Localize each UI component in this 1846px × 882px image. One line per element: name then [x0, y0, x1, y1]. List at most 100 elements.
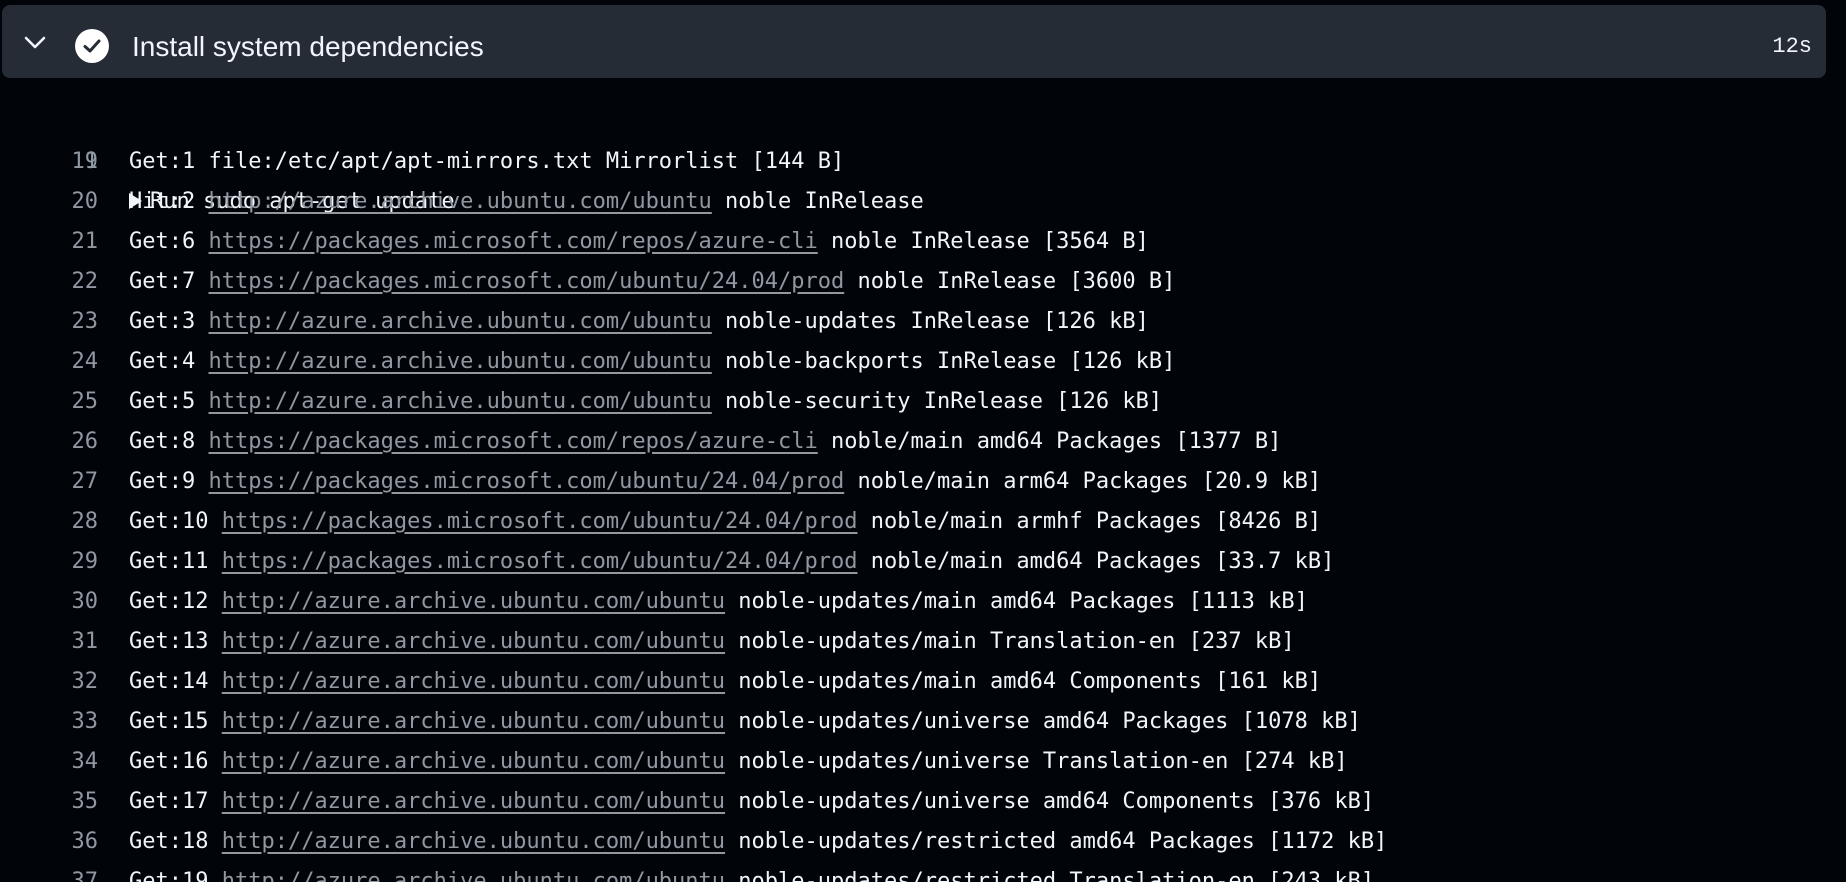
- line-number[interactable]: 26: [0, 422, 99, 462]
- log-line: 32 Get:14 http://azure.archive.ubuntu.com…: [0, 662, 1846, 702]
- line-number[interactable]: 34: [0, 742, 99, 782]
- log-output: 1 Run sudo apt-get update 19 Get:1 file:/…: [0, 102, 1846, 882]
- line-number[interactable]: 28: [0, 502, 99, 542]
- log-text: Get:1 file:/etc/apt/apt-mirrors.txt Mirr…: [129, 149, 845, 174]
- log-line: 28 Get:10 https://packages.microsoft.com/…: [0, 502, 1846, 542]
- log-url-link[interactable]: http://azure.archive.ubuntu.com/ubuntu: [222, 589, 725, 614]
- log-line: 31 Get:13 http://azure.archive.ubuntu.com…: [0, 622, 1846, 662]
- log-text: Get:12: [129, 589, 222, 614]
- log-text: noble/main arm64 Packages [20.9 kB]: [844, 469, 1322, 494]
- log-url-link[interactable]: http://azure.archive.ubuntu.com/ubuntu: [222, 869, 725, 882]
- log-line: 34 Get:16 http://azure.archive.ubuntu.com…: [0, 742, 1846, 782]
- log-url-link[interactable]: http://azure.archive.ubuntu.com/ubuntu: [222, 749, 725, 774]
- log-text: noble-updates/universe Translation-en [2…: [725, 749, 1348, 774]
- log-text: Hit:2: [129, 189, 209, 214]
- line-number[interactable]: 33: [0, 702, 99, 742]
- log-url-link[interactable]: https://packages.microsoft.com/ubuntu/24…: [222, 509, 858, 534]
- log-url-link[interactable]: https://packages.microsoft.com/ubuntu/24…: [208, 469, 844, 494]
- check-circle-icon: [75, 29, 109, 63]
- log-line-text: Get:1 file:/etc/apt/apt-mirrors.txt Mirr…: [129, 142, 844, 182]
- log-url-link[interactable]: https://packages.microsoft.com/repos/azu…: [208, 429, 817, 454]
- log-text: noble-updates/main amd64 Components [161…: [725, 669, 1322, 694]
- log-text: Get:5: [129, 389, 209, 414]
- log-line: 25 Get:5 http://azure.archive.ubuntu.com/…: [0, 382, 1846, 422]
- log-url-link[interactable]: https://packages.microsoft.com/repos/azu…: [208, 229, 817, 254]
- log-line: 20 Hit:2 http://azure.archive.ubuntu.com/…: [0, 182, 1846, 222]
- log-url-link[interactable]: http://azure.archive.ubuntu.com/ubuntu: [222, 829, 725, 854]
- line-number[interactable]: 27: [0, 462, 99, 502]
- log-url-link[interactable]: http://azure.archive.ubuntu.com/ubuntu: [222, 629, 725, 654]
- log-group-line: 1 Run sudo apt-get update: [0, 102, 1846, 214]
- log-line-text: Get:12 http://azure.archive.ubuntu.com/u…: [129, 582, 1308, 622]
- log-text: Get:6: [129, 229, 209, 254]
- log-text: Get:14: [129, 669, 222, 694]
- line-number[interactable]: 24: [0, 342, 99, 382]
- line-number[interactable]: 36: [0, 822, 99, 862]
- line-number[interactable]: 29: [0, 542, 99, 582]
- log-text: noble-updates/main amd64 Packages [1113 …: [725, 589, 1308, 614]
- log-line-text: Get:6 https://packages.microsoft.com/rep…: [129, 222, 1149, 262]
- log-line-text: Get:13 http://azure.archive.ubuntu.com/u…: [129, 622, 1295, 662]
- log-text: Get:17: [129, 789, 222, 814]
- log-line: 37 Get:19 http://azure.archive.ubuntu.com…: [0, 862, 1846, 882]
- line-number[interactable]: 19: [0, 142, 99, 182]
- log-line: 35 Get:17 http://azure.archive.ubuntu.com…: [0, 782, 1846, 822]
- line-number[interactable]: 20: [0, 182, 99, 222]
- chevron-down-icon[interactable]: [23, 36, 47, 50]
- line-number[interactable]: 23: [0, 302, 99, 342]
- step-header[interactable]: Install system dependencies 12s: [2, 5, 1826, 78]
- line-number[interactable]: 21: [0, 222, 99, 262]
- log-line-text: Get:19 http://azure.archive.ubuntu.com/u…: [129, 862, 1374, 882]
- log-line-text: Get:14 http://azure.archive.ubuntu.com/u…: [129, 662, 1321, 702]
- log-url-link[interactable]: http://azure.archive.ubuntu.com/ubuntu: [208, 189, 711, 214]
- log-text: Get:19: [129, 869, 222, 882]
- log-url-link[interactable]: https://packages.microsoft.com/ubuntu/24…: [208, 269, 844, 294]
- log-text: noble-updates/universe amd64 Packages [1…: [725, 709, 1361, 734]
- log-text: Get:9: [129, 469, 209, 494]
- log-text: noble-updates InRelease [126 kB]: [711, 309, 1149, 334]
- log-line: 22 Get:7 https://packages.microsoft.com/u…: [0, 262, 1846, 302]
- log-line-text: Get:8 https://packages.microsoft.com/rep…: [129, 422, 1281, 462]
- log-url-link[interactable]: http://azure.archive.ubuntu.com/ubuntu: [208, 349, 711, 374]
- log-line-text: Get:9 https://packages.microsoft.com/ubu…: [129, 462, 1321, 502]
- log-url-link[interactable]: http://azure.archive.ubuntu.com/ubuntu: [222, 669, 725, 694]
- log-text: Get:10: [129, 509, 222, 534]
- log-text: noble-security InRelease [126 kB]: [711, 389, 1163, 414]
- log-url-link[interactable]: http://azure.archive.ubuntu.com/ubuntu: [208, 389, 711, 414]
- log-text: Get:11: [129, 549, 222, 574]
- line-number[interactable]: 30: [0, 582, 99, 622]
- line-number[interactable]: 32: [0, 662, 99, 702]
- log-url-link[interactable]: http://azure.archive.ubuntu.com/ubuntu: [222, 789, 725, 814]
- log-text: noble/main amd64 Packages [33.7 kB]: [857, 549, 1335, 574]
- log-line: 23 Get:3 http://azure.archive.ubuntu.com/…: [0, 302, 1846, 342]
- line-number[interactable]: 35: [0, 782, 99, 822]
- log-text: noble-backports InRelease [126 kB]: [711, 349, 1176, 374]
- line-number[interactable]: 31: [0, 622, 99, 662]
- log-text: Get:4: [129, 349, 209, 374]
- log-line-text: Get:7 https://packages.microsoft.com/ubu…: [129, 262, 1175, 302]
- log-line-text: Get:18 http://azure.archive.ubuntu.com/u…: [129, 822, 1387, 862]
- log-line: 33 Get:15 http://azure.archive.ubuntu.com…: [0, 702, 1846, 742]
- log-text: Get:18: [129, 829, 222, 854]
- log-text: Get:13: [129, 629, 222, 654]
- log-url-link[interactable]: https://packages.microsoft.com/ubuntu/24…: [222, 549, 858, 574]
- log-line: 30 Get:12 http://azure.archive.ubuntu.com…: [0, 582, 1846, 622]
- log-line-text: Get:3 http://azure.archive.ubuntu.com/ub…: [129, 302, 1149, 342]
- log-url-link[interactable]: http://azure.archive.ubuntu.com/ubuntu: [222, 709, 725, 734]
- log-text: Get:8: [129, 429, 209, 454]
- line-number[interactable]: 25: [0, 382, 99, 422]
- log-text: noble/main armhf Packages [8426 B]: [857, 509, 1322, 534]
- log-url-link[interactable]: http://azure.archive.ubuntu.com/ubuntu: [208, 309, 711, 334]
- log-text: noble/main amd64 Packages [1377 B]: [817, 429, 1282, 454]
- log-line: 19 Get:1 file:/etc/apt/apt-mirrors.txt Mi…: [0, 142, 1846, 182]
- line-number[interactable]: 37: [0, 862, 99, 882]
- log-line: 29 Get:11 https://packages.microsoft.com/…: [0, 542, 1846, 582]
- log-line-text: Get:16 http://azure.archive.ubuntu.com/u…: [129, 742, 1348, 782]
- log-line-text: Get:15 http://azure.archive.ubuntu.com/u…: [129, 702, 1361, 742]
- line-number[interactable]: 22: [0, 262, 99, 302]
- log-line-text: Get:17 http://azure.archive.ubuntu.com/u…: [129, 782, 1374, 822]
- log-text: Get:15: [129, 709, 222, 734]
- log-text: Get:3: [129, 309, 209, 334]
- log-line-text: Hit:2 http://azure.archive.ubuntu.com/ub…: [129, 182, 924, 222]
- log-lines: 19 Get:1 file:/etc/apt/apt-mirrors.txt Mi…: [0, 142, 1846, 882]
